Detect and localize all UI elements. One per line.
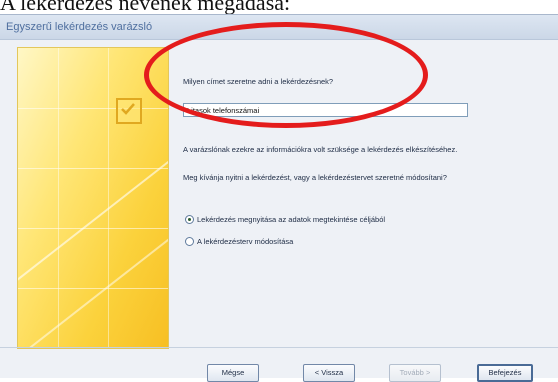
- checkmark-icon: [116, 98, 142, 124]
- query-name-question: Milyen címet szeretne adni a lekérdezésn…: [183, 77, 334, 86]
- query-wizard-dialog: Egyszerű lekérdezés varázsló Milyen címe…: [0, 14, 558, 382]
- radio-modify-design-label: A lekérdezésterv módosítása: [197, 237, 294, 246]
- dialog-title: Egyszerű lekérdezés varázsló: [0, 15, 558, 40]
- radio-button-selected[interactable]: [185, 215, 194, 224]
- radio-button[interactable]: [185, 237, 194, 246]
- divider: [0, 347, 558, 348]
- wizard-illustration: [17, 47, 169, 349]
- finish-button[interactable]: Befejezés: [477, 364, 533, 382]
- query-name-input[interactable]: [183, 103, 468, 117]
- radio-open-query-label: Lekérdezés megnyitása az adatok megtekin…: [197, 215, 386, 224]
- back-button[interactable]: < Vissza: [303, 364, 355, 382]
- radio-modify-design[interactable]: A lekérdezésterv módosítása: [185, 237, 293, 246]
- next-button[interactable]: Tovább >: [389, 364, 441, 382]
- radio-open-query[interactable]: Lekérdezés megnyitása az adatok megtekin…: [185, 215, 385, 224]
- cancel-button[interactable]: Mégse: [207, 364, 259, 382]
- prompt-text: Meg kívánja nyitni a lekérdezést, vagy a…: [183, 173, 447, 182]
- document-caption: A lekérdezés nevének megadása:: [0, 0, 291, 14]
- info-text: A varázslónak ezekre az információkra vo…: [183, 145, 458, 154]
